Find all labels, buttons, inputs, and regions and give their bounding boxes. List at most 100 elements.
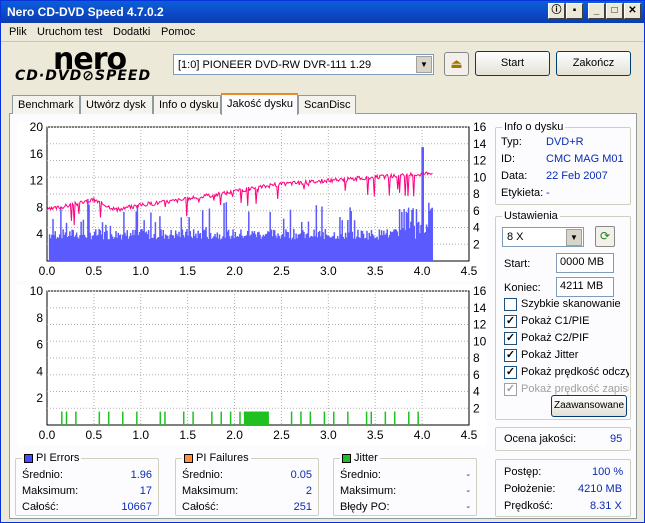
settings-caption: Ustawienia: [502, 210, 560, 222]
pie-max-label: Maksimum:: [22, 485, 79, 497]
pif-total-label: Całość:: [182, 501, 219, 513]
jitter-avg-label: Średnio:: [340, 469, 381, 481]
pif-bar: [61, 411, 63, 425]
chevron-down-icon[interactable]: ▼: [416, 56, 432, 73]
id-value: CMC MAG M01: [546, 153, 624, 165]
pie-avg-value: 1.96: [130, 469, 152, 481]
checkbox-0[interactable]: [504, 298, 517, 311]
menu-bar: Plik Uruchom test Dodatki Pomoc: [1, 23, 644, 42]
right-tick-label: 10: [473, 170, 487, 184]
tab-scandisc[interactable]: ScanDisc: [298, 95, 356, 114]
data-label: Data:: [501, 170, 528, 182]
x-tick-label: 2.0: [226, 264, 243, 278]
minimize-button[interactable]: _: [588, 3, 605, 19]
quality-value: 95: [610, 433, 623, 445]
advanced-button[interactable]: Zaawansowane: [551, 395, 627, 417]
tab-jakosc-dysku[interactable]: Jakość dysku: [221, 93, 298, 115]
polozenie-value: 4210 MB: [578, 483, 623, 495]
drive-select[interactable]: [1:0] PIONEER DVD-RW DVR-111 1.29 ▼: [173, 54, 434, 75]
pif-bar: [300, 411, 302, 425]
quality-group: Ocena jakości: 95: [495, 427, 631, 451]
left-tick-label: 8: [36, 311, 43, 325]
right-tick-label: 14: [473, 137, 487, 151]
pi-failures-caption: PI Failures: [182, 452, 251, 464]
tab-info-o-dysku[interactable]: Info o dysku: [153, 95, 221, 114]
pif-bar: [417, 411, 419, 425]
start-field[interactable]: 0000 MB: [556, 253, 614, 273]
x-tick-label: 3.0: [320, 264, 337, 278]
left-tick-label: 2: [36, 391, 43, 405]
right-tick-label: 4: [473, 221, 480, 235]
menu-plik[interactable]: Plik: [9, 26, 27, 38]
x-tick-label: 4.5: [461, 264, 478, 278]
pif-avg-value: 0.05: [290, 469, 312, 481]
title-bar: Nero CD-DVD Speed 4.7.0.2 ⓘ ▪ _ □ ✕: [1, 1, 644, 23]
id-label: ID:: [501, 153, 516, 165]
pif-bar: [107, 411, 110, 425]
menu-uruchom-test[interactable]: Uruchom test: [37, 26, 102, 38]
pif-bar: [136, 411, 138, 425]
close-button[interactable]: ✕: [624, 3, 641, 19]
checkbox-4[interactable]: ✓: [504, 366, 517, 379]
left-tick-label: 20: [30, 121, 44, 134]
drive-select-value: [1:0] PIONEER DVD-RW DVR-111 1.29: [178, 59, 372, 71]
right-tick-label: 2: [473, 401, 480, 415]
pif-bar: [370, 411, 373, 425]
postep-label: Postęp:: [504, 466, 542, 478]
start-button[interactable]: Start: [475, 51, 550, 76]
x-tick-label: 1.0: [132, 264, 149, 278]
checkbox-5: ✓: [504, 383, 517, 396]
pif-bar: [333, 411, 335, 425]
pi-errors-swatch: [24, 453, 33, 463]
left-tick-label: 4: [36, 364, 43, 378]
start-label: Start:: [504, 258, 531, 270]
info-icon[interactable]: ⓘ: [548, 3, 565, 19]
tab-utworz-dysk[interactable]: Utwórz dysk: [80, 95, 153, 114]
end-label: Koniec:: [504, 282, 541, 294]
pif-chart-svg: 10 8 6 4 2 16 14 12 10 8 6 4 2 0.0 0.5 1.0 1.5 2.0 2.5 3.0 3…: [30, 284, 487, 442]
typ-value: DVD+R: [546, 136, 584, 148]
pie-max-value: 17: [139, 485, 152, 497]
pif-bar: [365, 411, 368, 425]
left-tick-label: 16: [30, 147, 44, 161]
pif-total-value: 251: [293, 501, 312, 513]
right-tick-label: 6: [473, 368, 480, 382]
menu-pomoc[interactable]: Pomoc: [161, 26, 195, 38]
checkbox-2[interactable]: ✓: [504, 332, 517, 345]
right-tick-label: 14: [473, 301, 487, 315]
app-window: Nero CD-DVD Speed 4.7.0.2 ⓘ ▪ _ □ ✕ Plik…: [0, 0, 645, 523]
pif-chart: 10 8 6 4 2 16 14 12 10 8 6 4 2 0.0 0.5 1.0 1.5 2.0 2.5 3.0 3…: [17, 284, 487, 445]
window-title: Nero CD-DVD Speed 4.7.0.2: [7, 5, 164, 19]
maximize-button[interactable]: □: [606, 3, 623, 19]
checkbox-3[interactable]: ✓: [504, 349, 517, 362]
pi-errors-caption-text: PI Errors: [36, 452, 80, 464]
speed-select[interactable]: 8 X ▼: [502, 227, 584, 247]
end-button[interactable]: Zakończ: [556, 51, 631, 76]
refresh-icon[interactable]: ⟳: [595, 226, 615, 247]
right-tick-label: 12: [473, 318, 487, 332]
checkbox-1[interactable]: ✓: [504, 315, 517, 328]
pie-total-value: 10667: [121, 501, 152, 513]
save-icon[interactable]: ▪: [566, 3, 583, 19]
end-field[interactable]: 4211 MB: [556, 277, 614, 297]
etykieta-value: -: [546, 187, 550, 199]
pi-failures-swatch: [184, 453, 193, 463]
chevron-down-icon[interactable]: ▼: [566, 229, 582, 246]
pi-failures-group: PI Failures Średnio: 0.05 Maksimum: 2 Ca…: [175, 452, 319, 516]
tab-benchmark[interactable]: Benchmark: [12, 95, 80, 114]
eject-icon[interactable]: ⏏: [444, 52, 469, 76]
menu-dodatki[interactable]: Dodatki: [113, 26, 150, 38]
pif-bar: [408, 411, 410, 425]
pif-bar: [384, 411, 387, 425]
pif-bar: [220, 411, 222, 425]
settings-group: Ustawienia 8 X ▼ ⟳ Start: 0000 MB Koniec…: [495, 210, 631, 420]
right-tick-label: 16: [473, 285, 487, 298]
pif-max-label: Maksimum:: [182, 485, 239, 497]
pif-bar: [347, 411, 349, 425]
x-tick-label: 4.5: [461, 428, 478, 442]
etykieta-label: Etykieta:: [501, 187, 544, 199]
logo-subtitle: CD·DVD⊘SPEED: [15, 68, 152, 84]
pif-bar: [239, 411, 241, 425]
quality-label: Ocena jakości:: [504, 433, 577, 445]
jitter-caption-text: Jitter: [354, 452, 378, 464]
